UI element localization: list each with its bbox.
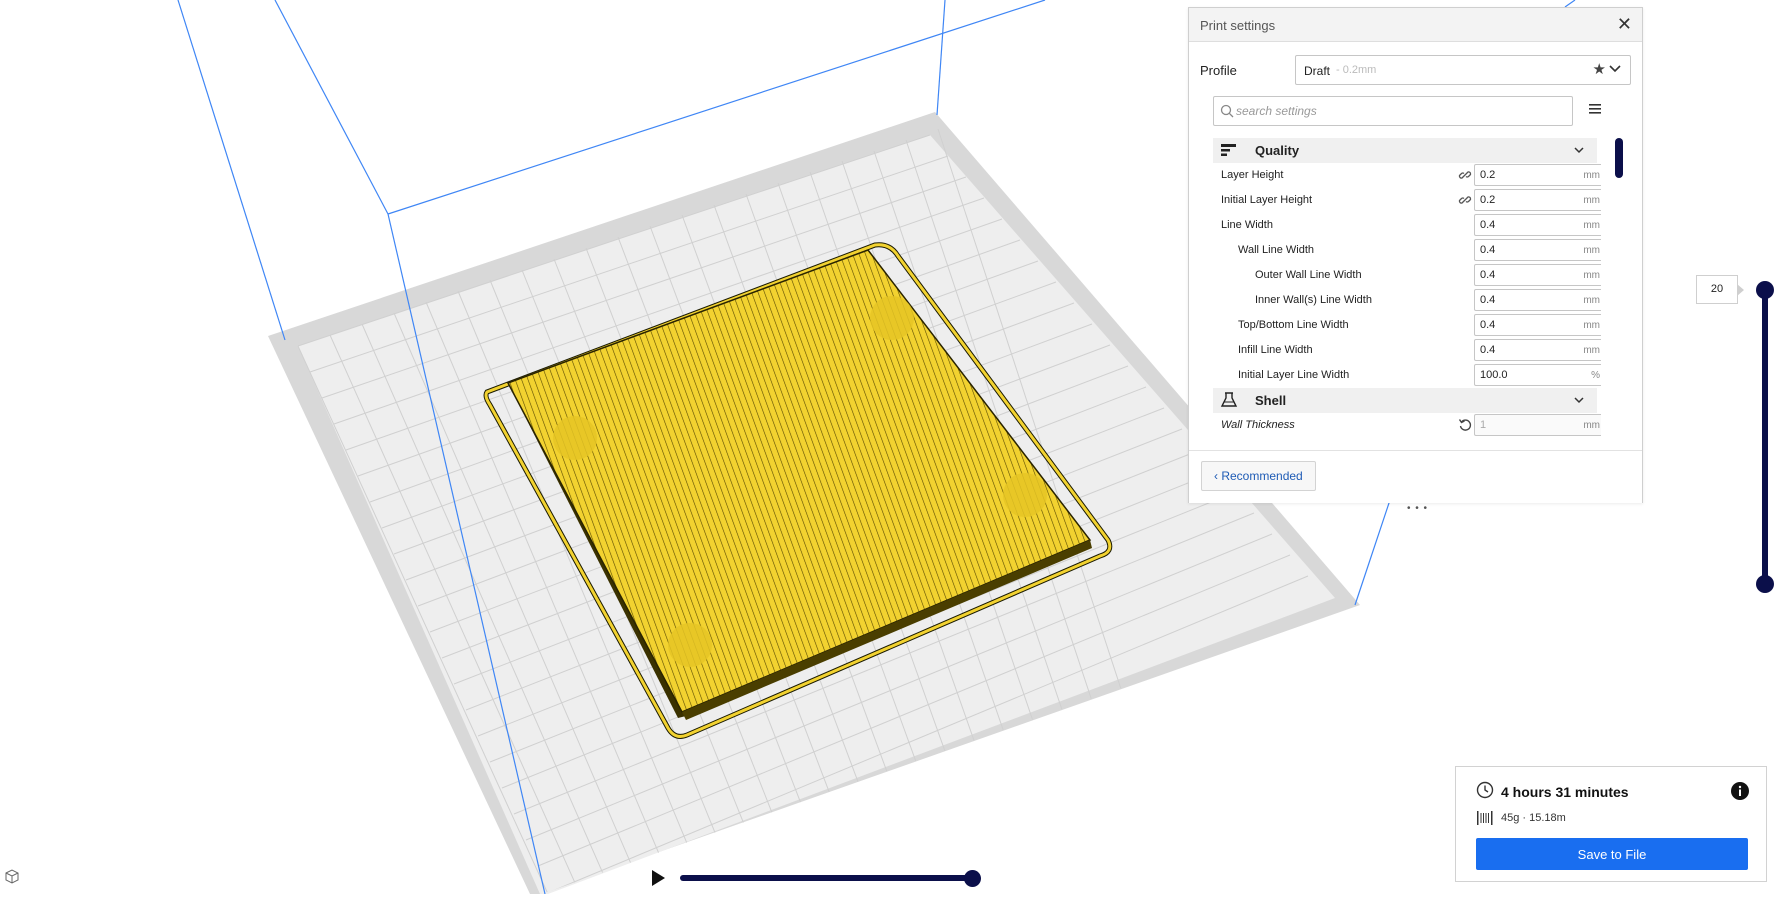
search-settings-field[interactable] xyxy=(1213,96,1573,126)
setting-row-inner-wall-line-width: Inner Wall(s) Line Width 0.4 mm xyxy=(1213,288,1601,313)
setting-row-wall-line-width: Wall Line Width 0.4 mm xyxy=(1213,238,1601,263)
settings-menu-icon[interactable] xyxy=(1588,103,1602,115)
setting-label: Inner Wall(s) Line Width xyxy=(1255,294,1372,306)
profile-dropdown[interactable]: Draft - 0.2mm ★ xyxy=(1295,55,1631,85)
category-shell[interactable]: Shell xyxy=(1213,388,1597,413)
simulation-slider-handle[interactable] xyxy=(964,870,981,887)
reset-icon[interactable] xyxy=(1458,418,1472,432)
field-value: 0.2 xyxy=(1480,194,1496,206)
profile-layer-height: - 0.2mm xyxy=(1336,64,1377,76)
outer-wall-line-width-field[interactable]: 0.4 mm xyxy=(1474,264,1601,286)
print-time: 4 hours 31 minutes xyxy=(1501,784,1629,800)
category-quality[interactable]: Quality xyxy=(1213,138,1597,163)
chevron-down-icon xyxy=(1574,147,1584,154)
link-icon[interactable] xyxy=(1458,168,1472,182)
initial-layer-line-width-field[interactable]: 100.0 % xyxy=(1474,364,1601,386)
layer-number-badge[interactable]: 20 xyxy=(1696,275,1744,304)
field-value: 0.4 xyxy=(1480,294,1496,306)
field-value: 0.4 xyxy=(1480,219,1496,231)
print-info-card: 4 hours 31 minutes 45g · 15.18m Save to … xyxy=(1455,766,1767,882)
profile-name: Draft xyxy=(1304,64,1331,78)
resize-grip[interactable]: • • • xyxy=(1407,503,1428,514)
search-input[interactable] xyxy=(1234,100,1564,122)
top-bottom-line-width-field[interactable]: 0.4 mm xyxy=(1474,314,1601,336)
field-unit: mm xyxy=(1583,420,1600,431)
setting-label: Initial Layer Height xyxy=(1221,194,1313,206)
setting-label: Wall Thickness xyxy=(1221,419,1295,431)
layer-slider-top-handle[interactable] xyxy=(1756,281,1774,299)
settings-scrollbar[interactable] xyxy=(1615,138,1623,178)
layer-slider-track[interactable] xyxy=(1762,290,1768,585)
quality-icon xyxy=(1221,144,1236,156)
field-unit: mm xyxy=(1583,220,1600,231)
initial-layer-height-field[interactable]: 0.2 mm xyxy=(1474,189,1601,211)
setting-label: Infill Line Width xyxy=(1238,344,1313,356)
chevron-down-icon xyxy=(1574,397,1584,404)
field-unit: mm xyxy=(1583,245,1600,256)
field-value: 100.0 xyxy=(1480,369,1508,381)
category-label: Shell xyxy=(1255,393,1287,408)
field-value: 0.4 xyxy=(1480,344,1496,356)
field-unit: mm xyxy=(1583,195,1600,206)
field-unit: mm xyxy=(1583,345,1600,356)
save-to-file-button[interactable]: Save to File xyxy=(1476,838,1748,870)
star-icon[interactable]: ★ xyxy=(1593,60,1606,78)
field-unit: mm xyxy=(1583,270,1600,281)
info-icon[interactable] xyxy=(1730,781,1750,801)
setting-row-initial-layer-line-width: Initial Layer Line Width 100.0 % xyxy=(1213,363,1601,388)
field-value: 1 xyxy=(1480,419,1487,431)
field-value: 0.2 xyxy=(1480,169,1496,181)
wall-thickness-field[interactable]: 1 mm xyxy=(1474,414,1601,436)
infill-line-width-field[interactable]: 0.4 mm xyxy=(1474,339,1601,361)
close-icon[interactable]: ✕ xyxy=(1617,14,1632,34)
setting-label: Initial Layer Line Width xyxy=(1238,369,1350,381)
setting-label: Outer Wall Line Width xyxy=(1255,269,1362,281)
field-value: 0.4 xyxy=(1480,244,1496,256)
view-orientation-icon[interactable] xyxy=(4,868,20,884)
line-width-field[interactable]: 0.4 mm xyxy=(1474,214,1601,236)
setting-row-outer-wall-line-width: Outer Wall Line Width 0.4 mm xyxy=(1213,263,1601,288)
field-unit: mm xyxy=(1583,170,1600,181)
print-settings-panel: Print settings ✕ Profile Draft - 0.2mm ★ xyxy=(1188,7,1643,514)
profile-label: Profile xyxy=(1200,63,1237,78)
panel-title: Print settings xyxy=(1200,18,1276,33)
field-unit: % xyxy=(1591,370,1600,381)
layer-height-field[interactable]: 0.2 mm xyxy=(1474,164,1601,186)
link-icon[interactable] xyxy=(1458,193,1472,207)
clock-icon xyxy=(1476,781,1494,799)
shell-icon xyxy=(1220,392,1238,407)
wall-line-width-field[interactable]: 0.4 mm xyxy=(1474,239,1601,261)
chevron-down-icon xyxy=(1609,65,1621,73)
play-icon[interactable] xyxy=(650,869,666,887)
material-usage: 45g · 15.18m xyxy=(1501,812,1566,824)
panel-header: Print settings ✕ xyxy=(1189,8,1642,42)
recommended-label: Recommended xyxy=(1221,469,1303,483)
search-icon xyxy=(1220,104,1234,118)
setting-row-wall-thickness: Wall Thickness 1 mm xyxy=(1213,413,1601,438)
setting-row-infill-line-width: Infill Line Width 0.4 mm xyxy=(1213,338,1601,363)
settings-list: Quality Layer Height 0.2 mm Initial Laye… xyxy=(1213,138,1601,451)
inner-wall-line-width-field[interactable]: 0.4 mm xyxy=(1474,289,1601,311)
filament-spool-icon xyxy=(1477,811,1493,825)
setting-row-line-width: Line Width 0.4 mm xyxy=(1213,213,1601,238)
field-unit: mm xyxy=(1583,295,1600,306)
category-label: Quality xyxy=(1255,143,1300,158)
setting-label: Layer Height xyxy=(1221,169,1284,181)
setting-row-top-bottom-line-width: Top/Bottom Line Width 0.4 mm xyxy=(1213,313,1601,338)
simulation-slider-track[interactable] xyxy=(680,875,975,881)
field-unit: mm xyxy=(1583,320,1600,331)
setting-label: Top/Bottom Line Width xyxy=(1238,319,1349,331)
recommended-button[interactable]: ‹ Recommended xyxy=(1201,461,1316,491)
setting-row-initial-layer-height: Initial Layer Height 0.2 mm xyxy=(1213,188,1601,213)
field-value: 0.4 xyxy=(1480,269,1496,281)
panel-footer: ‹ Recommended • • • xyxy=(1189,450,1642,514)
setting-label: Line Width xyxy=(1221,219,1273,231)
field-value: 0.4 xyxy=(1480,319,1496,331)
setting-label: Wall Line Width xyxy=(1238,244,1315,256)
layer-slider-bottom-handle[interactable] xyxy=(1756,575,1774,593)
setting-row-layer-height: Layer Height 0.2 mm xyxy=(1213,163,1601,188)
